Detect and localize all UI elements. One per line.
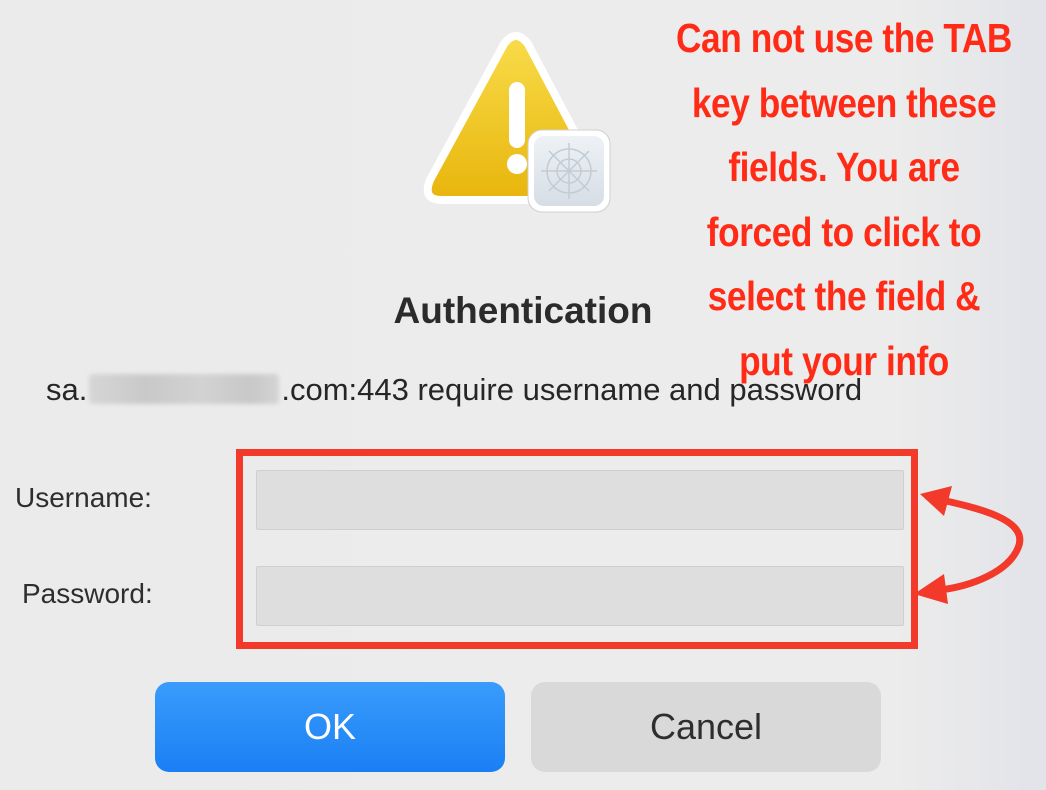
annotation-line: forced to click to: [706, 208, 982, 255]
redacted-hostname: [89, 374, 280, 404]
caution-icon: [423, 32, 611, 213]
annotation-line: fields. You are: [728, 144, 960, 190]
annotation-line: key between these: [691, 79, 997, 126]
annotation-line: Can not use the TAB: [676, 15, 1012, 61]
cancel-button[interactable]: Cancel: [531, 682, 881, 772]
annotation-note: Can not use the TAB key between these fi…: [670, 6, 1017, 393]
username-label: Username:: [15, 482, 152, 513]
username-field[interactable]: [256, 470, 904, 530]
authentication-dialog: Authentication sa. .com:443 require usern…: [0, 0, 1046, 790]
message-prefix: sa.: [46, 372, 88, 407]
password-label: Password:: [22, 578, 153, 609]
annotation-line: put your info: [739, 337, 949, 384]
ok-button[interactable]: OK: [155, 682, 505, 772]
annotation-line: select the field &: [707, 273, 981, 319]
safari-badge-icon: [527, 129, 611, 213]
password-field[interactable]: [256, 566, 904, 626]
